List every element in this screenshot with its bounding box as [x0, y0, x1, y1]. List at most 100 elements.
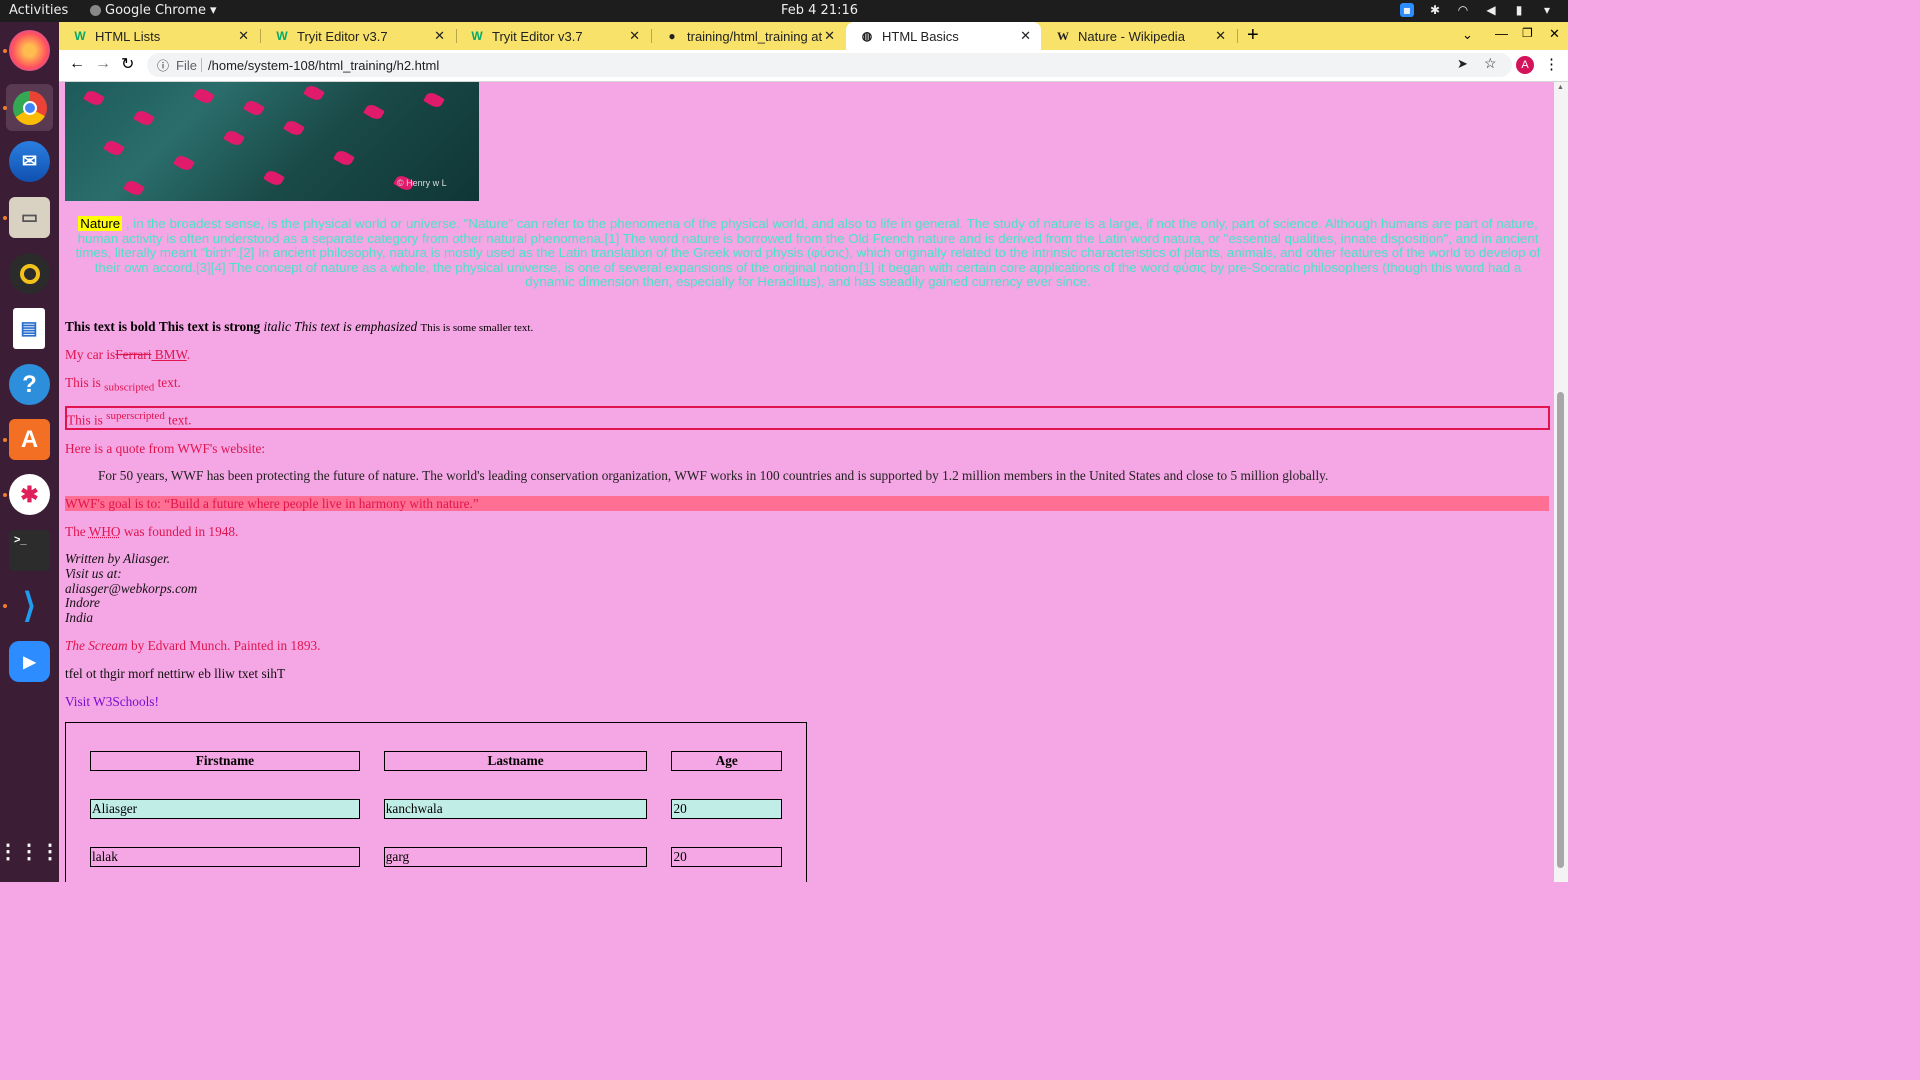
sub-prefix: This is — [65, 375, 105, 390]
who-abbr[interactable]: WHO — [89, 524, 121, 539]
address-block: Written by Aliasger. Visit us at: aliasg… — [65, 551, 197, 626]
table-cell: 20 — [671, 847, 782, 867]
tab-tryit-editor-1[interactable]: W Tryit Editor v3.7 ✕ — [261, 22, 455, 50]
scroll-up-arrow[interactable]: ▲ — [1557, 84, 1564, 91]
tab-github-training[interactable]: ● training/html_training at ✕ — [651, 22, 845, 50]
dock: ✉ ▭ ▤ ? A ✱ >_ ⟩ ▶ ⋮⋮⋮ — [0, 22, 60, 882]
close-tab-icon[interactable]: ✕ — [434, 28, 445, 44]
address-line: India — [65, 610, 94, 626]
table-header: Age — [671, 751, 782, 771]
running-indicator — [3, 493, 7, 497]
nature-paragraph: Nature , in the broadest sense, is the p… — [69, 216, 1547, 290]
show-apps-icon[interactable]: ⋮⋮⋮ — [0, 831, 60, 872]
superscript-line: This is superscripted text. — [67, 410, 191, 428]
running-indicator — [3, 216, 7, 220]
subscript-text: subscripted — [104, 381, 155, 394]
address-line: Written by Aliasger. — [65, 551, 171, 566]
clock[interactable]: Feb 4 21:16 — [781, 3, 858, 18]
terminal-icon[interactable]: >_ — [9, 530, 50, 571]
close-tab-icon[interactable]: ✕ — [1020, 28, 1031, 44]
file-scheme-label: File — [176, 58, 197, 73]
power-menu-icon[interactable]: ▾ — [1540, 3, 1554, 17]
table-cell: Aliasger — [90, 799, 360, 819]
tab-title: Tryit Editor v3.7 — [492, 28, 583, 44]
url-text[interactable]: /home/system-108/html_training/h2.html — [208, 58, 439, 73]
libreoffice-writer-icon[interactable]: ▤ — [13, 308, 45, 349]
software-center-icon[interactable]: A — [9, 419, 50, 460]
strong-text: This text is strong — [158, 319, 261, 334]
firefox-icon[interactable] — [9, 30, 50, 71]
rhythmbox-icon[interactable] — [9, 253, 50, 294]
running-indicator — [3, 438, 7, 442]
browser-toolbar: ← → ↻ ⓘ File /home/system-108/html_train… — [59, 50, 1568, 82]
battery-icon[interactable]: ▮ — [1512, 3, 1526, 17]
close-tab-icon[interactable]: ✕ — [1215, 28, 1226, 44]
close-tab-icon[interactable]: ✕ — [824, 28, 835, 44]
close-tab-icon[interactable]: ✕ — [629, 28, 640, 44]
forward-icon[interactable]: → — [95, 55, 111, 73]
image-caption: © Henry w L — [397, 178, 447, 188]
globe-icon: ◍ — [861, 29, 873, 43]
files-icon[interactable]: ▭ — [9, 197, 50, 238]
scream-line: The Scream by Edvard Munch. Painted in 1… — [65, 638, 320, 654]
table-cell: 20 — [671, 799, 782, 819]
activities-button[interactable]: Activities — [9, 3, 68, 18]
table-cell: kanchwala — [383, 799, 648, 819]
caret-down-icon: ▾ — [209, 3, 217, 18]
chrome-menu-icon[interactable]: ⋮ — [1544, 55, 1559, 73]
site-info-icon[interactable]: ⓘ — [157, 57, 169, 74]
bdo-text: tfel ot thgir morf nettirw eb lliw txet … — [65, 666, 286, 681]
address-bar[interactable]: ⓘ File /home/system-108/html_training/h2… — [147, 53, 1512, 77]
tab-search-icon[interactable]: ⌄ — [1462, 27, 1473, 43]
wifi-icon[interactable]: ◠ — [1456, 3, 1470, 17]
bold-text: This text is bold — [65, 319, 156, 334]
system-tray[interactable]: ▪ ✱ ◠ ◀ ▮ ▾ — [1400, 3, 1554, 17]
nature-leaves-image: © Henry w L — [65, 82, 479, 201]
volume-icon[interactable]: ◀ — [1484, 3, 1498, 17]
vscode-icon[interactable]: ⟩ — [9, 585, 50, 626]
tab-tryit-editor-2[interactable]: W Tryit Editor v3.7 ✕ — [456, 22, 650, 50]
zoom-icon[interactable]: ▶ — [9, 641, 50, 682]
inserted-text: BMW — [151, 347, 187, 362]
send-to-devices-icon[interactable]: ➤ — [1457, 56, 1468, 72]
new-tab-button[interactable]: + — [1247, 24, 1259, 47]
slack-icon[interactable]: ✱ — [9, 474, 50, 515]
car-line: My car isFerrari BMW. — [65, 347, 190, 363]
close-tab-icon[interactable]: ✕ — [238, 28, 249, 44]
tab-nature-wikipedia[interactable]: W Nature - Wikipedia ✕ — [1042, 22, 1236, 50]
car-prefix: My car is — [65, 347, 116, 362]
app-menu[interactable]: Google Chrome ▾ — [90, 3, 217, 18]
close-window-icon[interactable]: ✕ — [1549, 26, 1560, 42]
tab-title: HTML Lists — [95, 28, 161, 44]
minimize-window-icon[interactable]: — — [1495, 26, 1508, 41]
restore-window-icon[interactable]: ❐ — [1522, 26, 1533, 40]
running-indicator — [3, 106, 7, 110]
tab-title: HTML Basics — [882, 28, 959, 44]
tab-html-lists[interactable]: W HTML Lists ✕ — [59, 22, 259, 50]
blockquote: For 50 years, WWF has been protecting th… — [98, 468, 1329, 483]
chrome-icon[interactable] — [6, 84, 53, 131]
who-line: The WHO was founded in 1948. — [65, 524, 238, 540]
tab-strip: W HTML Lists ✕ W Tryit Editor v3.7 ✕ W T… — [59, 22, 1568, 50]
page-scrollbar[interactable]: ▲ — [1554, 82, 1568, 882]
tab-html-basics[interactable]: ◍ HTML Basics ✕ — [846, 22, 1041, 50]
superscript-box — [65, 406, 1550, 430]
profile-avatar[interactable]: A — [1516, 56, 1534, 74]
back-icon[interactable]: ← — [69, 55, 85, 73]
nature-mark: Nature — [78, 216, 123, 231]
slack-tray-icon[interactable]: ✱ — [1428, 3, 1442, 17]
who-prefix: The — [65, 524, 89, 539]
w3schools-link[interactable]: Visit W3Schools! — [65, 694, 159, 710]
chrome-small-icon — [90, 5, 101, 16]
address-line: Visit us at: — [65, 565, 122, 581]
thunderbird-icon[interactable]: ✉ — [9, 141, 50, 182]
table-row: lalak garg 20 — [90, 847, 782, 867]
reload-icon[interactable]: ↻ — [121, 54, 134, 74]
italic-text: italic — [263, 319, 291, 334]
scrollbar-thumb[interactable] — [1557, 392, 1564, 868]
zoom-tray-icon[interactable]: ▪ — [1400, 3, 1414, 17]
tab-title: Nature - Wikipedia — [1078, 28, 1185, 44]
bookmark-star-icon[interactable]: ☆ — [1484, 55, 1497, 72]
sup-prefix: This is — [67, 412, 107, 428]
help-icon[interactable]: ? — [9, 364, 50, 405]
